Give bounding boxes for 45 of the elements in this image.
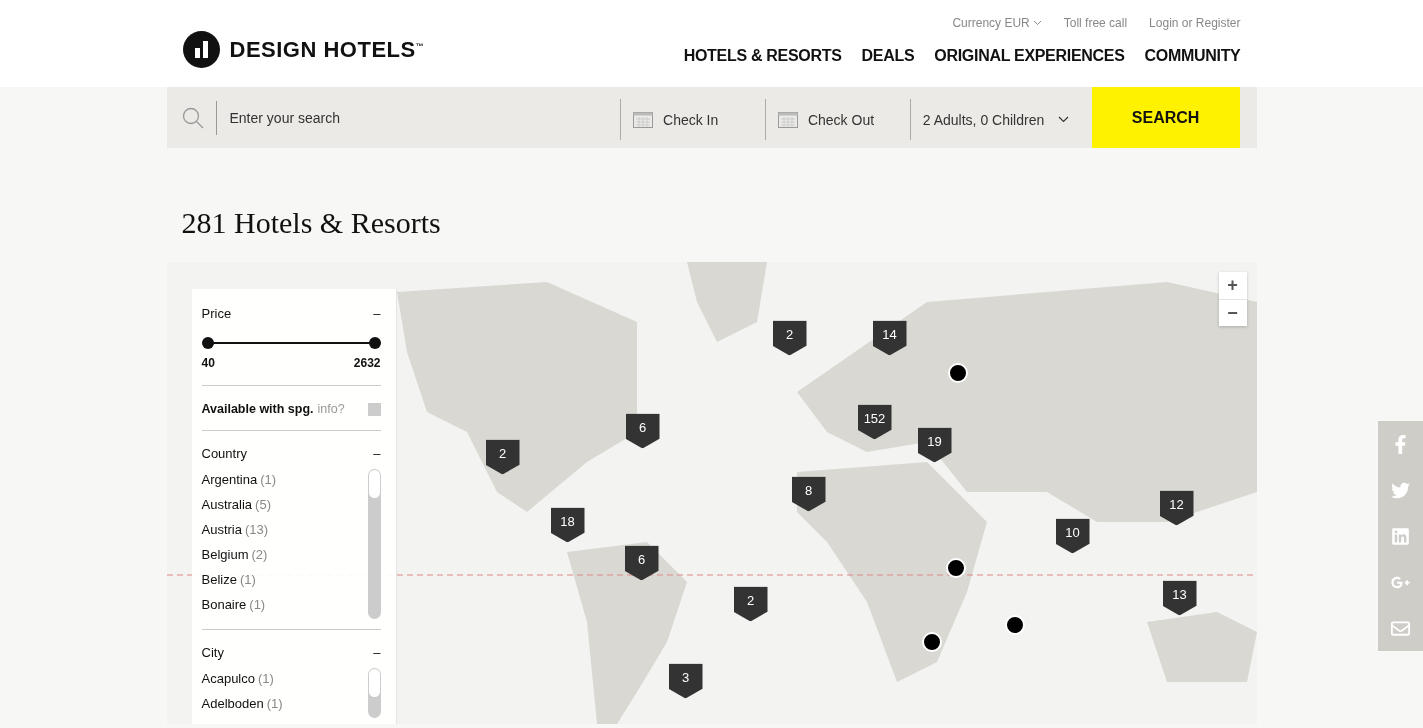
- spg-label: Available with spg. info?: [201, 402, 345, 416]
- nav-link[interactable]: DEALS: [861, 47, 915, 65]
- scrollbar[interactable]: [367, 469, 381, 619]
- collapse-toggle[interactable]: –: [373, 446, 381, 461]
- filter-option[interactable]: Belgium (2): [201, 542, 277, 567]
- date-picker[interactable]: Check Out: [764, 99, 910, 140]
- nav-link[interactable]: COMMUNITY: [1144, 47, 1241, 65]
- filter-option[interactable]: Acapulco (1): [201, 666, 283, 691]
- price-max: 2632: [353, 356, 381, 370]
- date-picker[interactable]: Check In: [620, 99, 765, 140]
- filter-heading: Country: [201, 446, 248, 461]
- slider-thumb[interactable]: [201, 337, 214, 349]
- price-slider[interactable]: [201, 337, 381, 349]
- calendar-icon: [777, 111, 798, 128]
- logo-text[interactable]: DESIGN HOTELS$^{™}$: [229, 36, 425, 63]
- filter-option[interactable]: Belize (1): [201, 567, 277, 592]
- currency-dropdown[interactable]: Currency EUR: [952, 16, 1042, 30]
- slider-thumb[interactable]: [368, 337, 381, 349]
- zoom-out-button[interactable]: −: [1218, 299, 1247, 326]
- filter-option[interactable]: Adelboden (1): [201, 691, 283, 716]
- search-button[interactable]: SEARCH: [1091, 87, 1240, 148]
- nav-link[interactable]: HOTELS & RESORTS: [683, 47, 842, 65]
- header-link[interactable]: Login or Register: [1149, 16, 1241, 30]
- filter-option[interactable]: Australia (5): [201, 492, 277, 517]
- filter-heading: Price: [201, 306, 232, 321]
- logo-icon[interactable]: [182, 31, 220, 68]
- page-title: 281 Hotels & Resorts: [181, 205, 442, 241]
- spg-checkbox[interactable]: [367, 402, 381, 416]
- filter-heading: City: [201, 645, 224, 660]
- chevron-down-icon: [1058, 116, 1070, 123]
- collapse-toggle[interactable]: –: [373, 306, 381, 321]
- price-min: 40: [201, 356, 215, 370]
- guests-dropdown[interactable]: 2 Adults, 0 Children: [909, 99, 1092, 140]
- filter-option[interactable]: Austria (13): [201, 517, 277, 542]
- search-field[interactable]: Enter your search: [227, 108, 592, 127]
- search-icon: [180, 105, 205, 130]
- zoom-in-button[interactable]: +: [1218, 272, 1247, 299]
- chevron-down-icon: [1032, 20, 1042, 26]
- header-link[interactable]: Toll free call: [1063, 16, 1128, 30]
- calendar-icon: [633, 111, 654, 128]
- filter-option[interactable]: Argentina (1): [201, 467, 277, 492]
- collapse-toggle[interactable]: –: [373, 645, 381, 660]
- scrollbar[interactable]: [367, 668, 381, 718]
- filter-option[interactable]: Bonaire (1): [201, 592, 277, 617]
- nav-link[interactable]: ORIGINAL EXPERIENCES: [934, 47, 1125, 65]
